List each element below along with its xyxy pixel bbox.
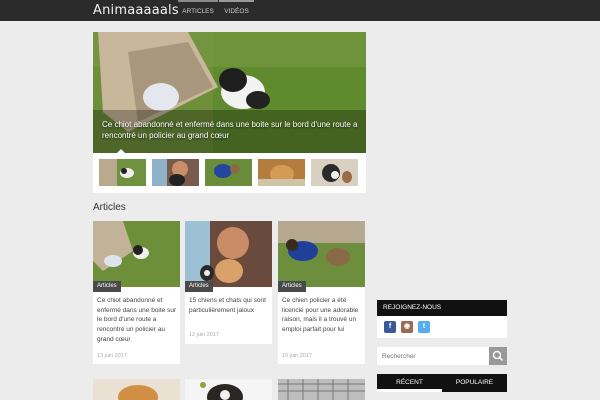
article-card[interactable]: Articles Ce chien policier a été licenci… (278, 221, 365, 364)
article-date: 13 juin 2017 (97, 353, 127, 359)
article-image[interactable] (185, 221, 272, 287)
article-image[interactable] (93, 221, 180, 287)
article-title[interactable]: Ce chien policier a été licencié pour un… (282, 296, 362, 335)
article-card[interactable]: Articles Ce chiot abandonné et enfermé d… (93, 221, 180, 364)
sidebar-tabs: RÉCENT POPULAIRE (377, 374, 507, 392)
search-icon (492, 350, 504, 362)
article-image[interactable] (278, 221, 365, 287)
article-image[interactable] (185, 379, 272, 400)
article-card[interactable]: Articles 15 chiens et chats qui sont par… (185, 221, 272, 344)
article-image[interactable] (278, 379, 365, 400)
hero-thumbnail[interactable] (205, 159, 252, 186)
article-title[interactable]: Ce chiot abandonné et enfermé dans une b… (97, 296, 177, 345)
hero-thumbnail[interactable] (99, 159, 146, 186)
top-navbar: Animaaaaals ARTICLES VIDÉOS (0, 0, 600, 21)
hero-caption[interactable]: Ce chiot abandonné et enfermé dans une b… (102, 119, 362, 141)
search-button[interactable] (489, 347, 507, 365)
search-input[interactable] (377, 347, 489, 365)
article-card[interactable] (185, 379, 272, 400)
join-us-heading: REJOIGNEZ-NOUS (377, 300, 507, 316)
site-logo[interactable]: Animaaaaals (93, 3, 179, 18)
article-card[interactable] (93, 379, 180, 400)
article-image[interactable] (93, 379, 180, 400)
active-tab-indicator (377, 389, 442, 392)
instagram-icon[interactable]: ◉ (401, 321, 413, 333)
hero-slide[interactable]: Ce chiot abandonné et enfermé dans une b… (93, 32, 366, 153)
tab-popular[interactable]: POPULAIRE (442, 374, 507, 392)
hero-thumbnail-strip (93, 153, 366, 193)
article-date: 12 juin 2017 (189, 332, 219, 338)
article-category-badge[interactable]: Articles (93, 281, 121, 292)
article-category-badge[interactable]: Articles (185, 281, 213, 292)
facebook-icon[interactable]: f (384, 321, 396, 333)
article-card[interactable] (278, 379, 365, 400)
article-title[interactable]: 15 chiens et chats qui sont particulière… (189, 296, 269, 315)
article-date: 10 juin 2017 (282, 353, 312, 359)
nav-tab-videos[interactable]: VIDÉOS (219, 0, 254, 21)
hero-thumbnail[interactable] (258, 159, 305, 186)
social-links: f ◉ t (377, 316, 507, 338)
section-title: Articles (93, 202, 126, 213)
active-slide-pointer (117, 149, 125, 153)
article-category-badge[interactable]: Articles (278, 281, 306, 292)
nav-tab-articles[interactable]: ARTICLES (178, 0, 218, 21)
hero-thumbnail[interactable] (152, 159, 199, 186)
hero-thumbnail[interactable] (311, 159, 358, 186)
twitter-icon[interactable]: t (418, 321, 430, 333)
